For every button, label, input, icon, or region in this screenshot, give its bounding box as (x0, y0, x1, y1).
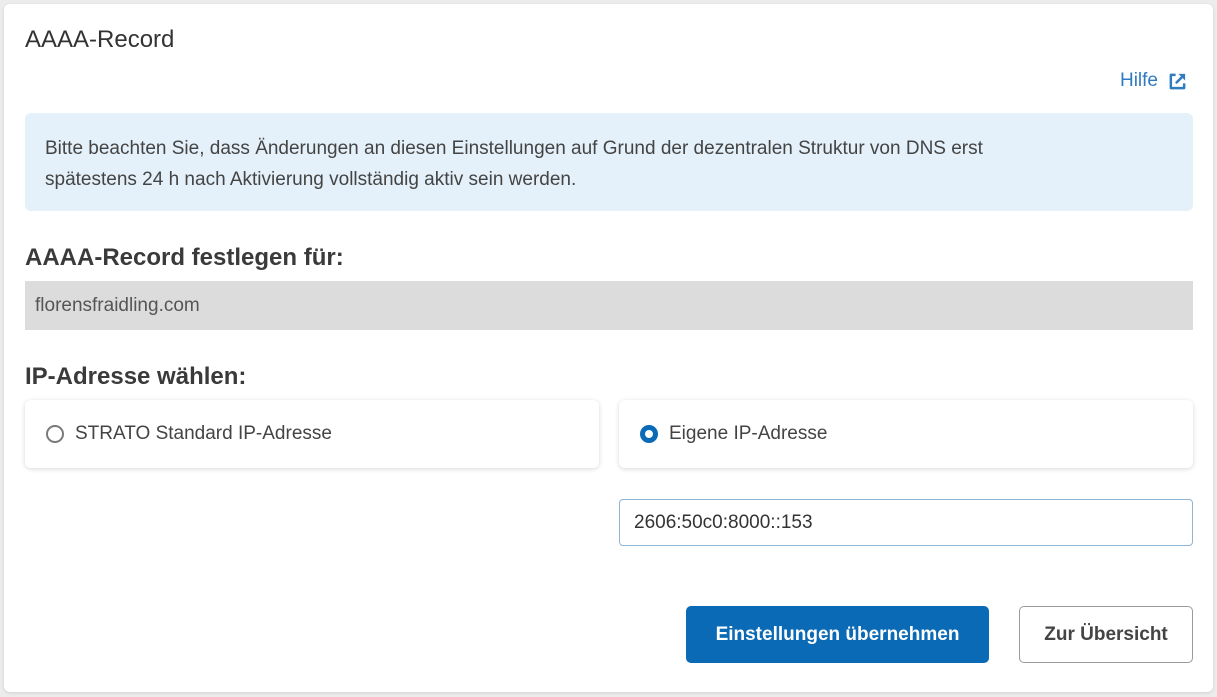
notice-text-line-2: spätestens 24 h nach Aktivierung vollstä… (45, 169, 577, 190)
overview-button[interactable]: Zur Übersicht (1019, 606, 1193, 663)
radio-option-strato-standard[interactable]: STRATO Standard IP-Adresse (25, 400, 599, 468)
radio-button-checked[interactable] (640, 425, 658, 443)
radio-option-label: Eigene IP-Adresse (669, 423, 828, 444)
radio-option-label: STRATO Standard IP-Adresse (75, 423, 332, 444)
apply-settings-button[interactable]: Einstellungen übernehmen (686, 606, 989, 663)
info-notice: Bitte beachten Sie, dass Änderungen an d… (25, 113, 1193, 211)
domain-readonly-field: florensfraidling.com (25, 281, 1193, 330)
radio-button-unchecked[interactable] (46, 425, 64, 443)
ip-section-label: IP-Adresse wählen: (25, 363, 247, 390)
external-link-icon (1168, 72, 1187, 91)
custom-ip-input[interactable] (619, 499, 1193, 546)
domain-section-label: AAAA-Record festlegen für: (25, 244, 344, 271)
help-link-label: Hilfe (1119, 70, 1158, 91)
radio-option-custom-ip[interactable]: Eigene IP-Adresse (619, 400, 1193, 468)
notice-text-line-1: Bitte beachten Sie, dass Änderungen an d… (45, 138, 983, 159)
aaaa-record-panel: AAAA-Record Hilfe Bitte beachten Sie, da… (4, 4, 1213, 692)
domain-value: florensfraidling.com (35, 294, 200, 316)
page-title: AAAA-Record (25, 26, 175, 53)
help-link[interactable]: Hilfe (1120, 70, 1187, 92)
